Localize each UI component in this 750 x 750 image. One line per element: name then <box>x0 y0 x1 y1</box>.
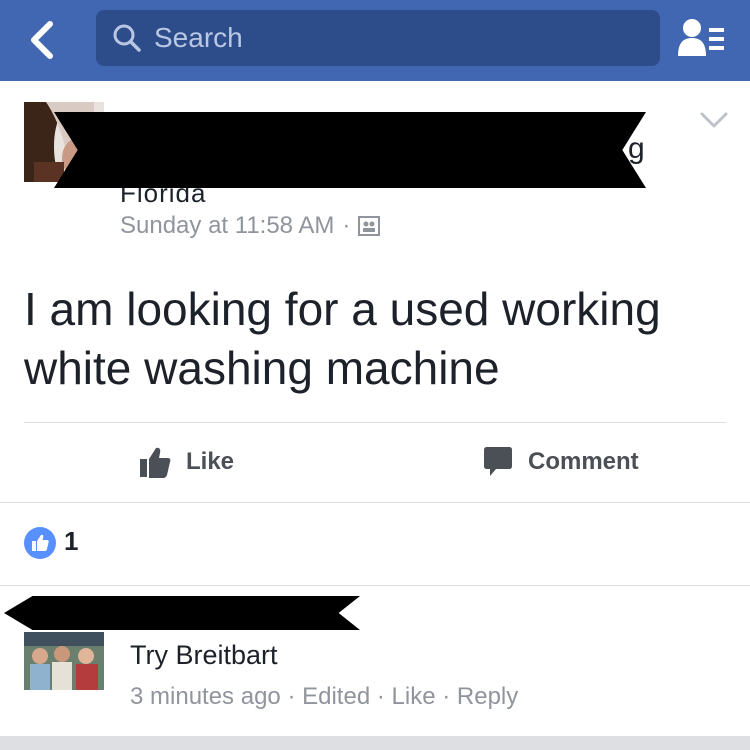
meta-separator: · <box>442 683 451 710</box>
top-navigation-bar: Search <box>0 0 750 81</box>
reaction-count[interactable]: 1 <box>64 526 78 557</box>
comment-text: Try Breitbart <box>130 640 278 670</box>
post-options-chevron-icon[interactable] <box>698 108 730 132</box>
like-label: Like <box>186 448 235 475</box>
friend-requests-icon[interactable] <box>676 16 726 60</box>
comment-button[interactable]: Comment <box>482 440 639 484</box>
poster-name-fragment: g <box>628 132 645 165</box>
meta-separator: · <box>287 683 296 710</box>
feed-separator <box>0 736 750 750</box>
post-timestamp[interactable]: Sunday at 11:58 AM <box>120 212 334 240</box>
comment-reply-link[interactable]: Reply <box>457 683 518 710</box>
search-icon <box>113 24 141 52</box>
like-reaction-icon[interactable] <box>24 527 56 559</box>
search-input[interactable]: Search <box>96 10 660 66</box>
commenter-avatar[interactable] <box>24 632 104 690</box>
thumbs-up-icon <box>140 447 171 478</box>
search-placeholder: Search <box>154 22 243 53</box>
section-divider <box>0 585 750 586</box>
comment-meta: 3 minutes ago · Edited · Like · Reply <box>130 683 518 711</box>
comment-like-link[interactable]: Like <box>392 683 436 710</box>
chevron-left-icon[interactable] <box>22 18 66 62</box>
meta-separator: · <box>342 212 351 239</box>
comment-edited-link[interactable]: Edited <box>302 683 370 710</box>
section-divider <box>0 502 750 503</box>
post-divider <box>24 422 726 423</box>
comment-time: 3 minutes ago <box>130 683 281 710</box>
post-meta: Sunday at 11:58 AM · <box>120 212 381 240</box>
redaction-bar <box>4 596 360 630</box>
redaction-bar <box>54 112 646 188</box>
meta-separator: · <box>376 683 385 710</box>
like-button[interactable]: Like <box>138 440 234 484</box>
comment-label: Comment <box>528 448 639 475</box>
comment-bubble-icon <box>484 447 512 476</box>
post-body-text: I am looking for a used working white wa… <box>24 283 661 394</box>
group-audience-icon <box>358 216 381 236</box>
